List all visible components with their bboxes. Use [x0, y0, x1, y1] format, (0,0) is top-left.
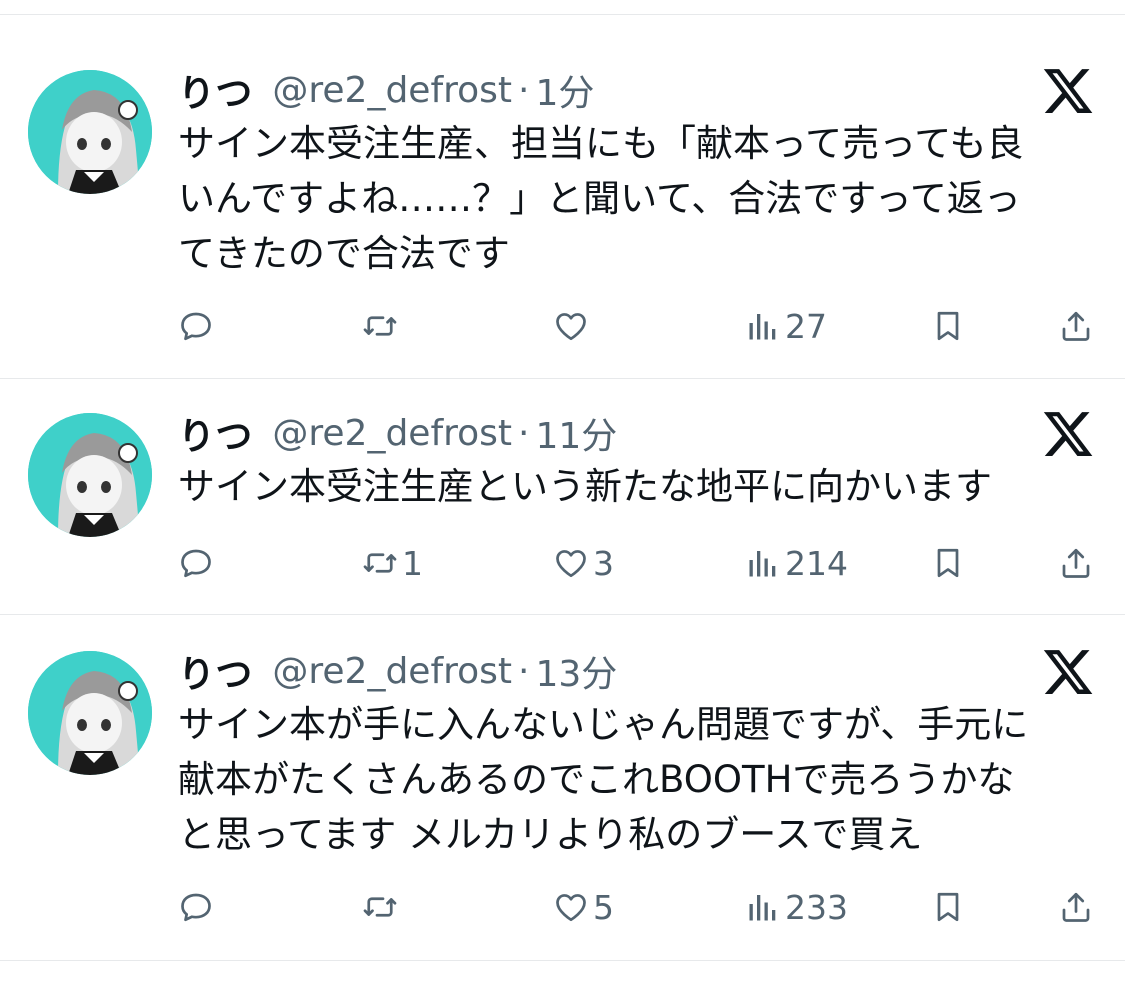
views-button[interactable]: 233 — [745, 887, 848, 927]
retweet-button[interactable] — [362, 306, 402, 346]
top-divider — [0, 14, 1125, 15]
separator-dot: · — [518, 69, 530, 111]
retweet-button[interactable] — [362, 887, 402, 927]
x-logo-icon — [1040, 645, 1096, 699]
share-button[interactable] — [1058, 306, 1094, 346]
reply-icon — [181, 893, 211, 922]
user-handle[interactable]: @re2_defrost — [272, 651, 512, 692]
avatar-image — [28, 413, 152, 537]
views-chart-icon — [749, 551, 776, 577]
share-icon — [1062, 548, 1090, 578]
views-count: 233 — [785, 887, 848, 927]
bookmark-button[interactable] — [930, 887, 966, 927]
avatar[interactable] — [28, 70, 152, 194]
separator-dot: · — [518, 650, 530, 692]
tweet-text-line: と思ってます メルカリより私のブースで買え — [178, 813, 923, 856]
like-button[interactable]: 3 — [553, 543, 614, 583]
avatar-image — [28, 70, 152, 194]
retweet-icon — [363, 316, 397, 336]
like-count: 3 — [593, 543, 614, 583]
heart-icon — [556, 894, 586, 922]
views-button[interactable]: 214 — [745, 543, 848, 583]
tweet-text-line: いんですよね……？」と聞いて、合法ですって返っ — [178, 177, 1021, 220]
tweet-divider — [0, 614, 1125, 615]
like-count: 5 — [593, 887, 614, 927]
reply-button[interactable] — [178, 887, 218, 927]
heart-icon — [556, 550, 586, 578]
tweet-text-line: てきたので合法です — [178, 232, 510, 275]
bookmark-button[interactable] — [930, 306, 966, 346]
bookmark-icon — [937, 548, 959, 578]
reply-button[interactable] — [178, 306, 218, 346]
tweet-text-line: 献本がたくさんあるのでこれBOOTHで売ろうかな — [178, 758, 1015, 801]
x-logo-icon — [1040, 64, 1096, 118]
bottom-divider — [0, 960, 1125, 961]
tweet-divider — [0, 378, 1125, 379]
user-handle[interactable]: @re2_defrost — [272, 70, 512, 111]
retweet-icon — [363, 897, 397, 917]
views-count: 214 — [785, 543, 848, 583]
bookmark-button[interactable] — [930, 543, 966, 583]
separator-dot: · — [518, 412, 530, 454]
retweet-icon — [363, 553, 397, 573]
tweet-text-line: サイン本が手に入んないじゃん問題ですが、手元に — [178, 703, 1029, 746]
user-handle[interactable]: @re2_defrost — [272, 413, 512, 454]
bookmark-icon — [937, 311, 959, 341]
display-name[interactable]: りつ — [178, 406, 252, 460]
reply-icon — [181, 312, 211, 341]
share-icon — [1062, 892, 1090, 922]
avatar-image — [28, 651, 152, 775]
heart-icon — [556, 313, 586, 341]
tweet-text: サイン本受注生産という新たな地平に向かいます — [178, 459, 1098, 514]
views-count: 27 — [785, 306, 827, 346]
reply-icon — [181, 549, 211, 578]
display-name[interactable]: りつ — [178, 644, 252, 698]
share-button[interactable] — [1058, 887, 1094, 927]
tweet-text-line: サイン本受注生産という新たな地平に向かいます — [178, 465, 992, 508]
tweet-text: サイン本受注生産、担当にも「献本って売っても良 いんですよね……？」と聞いて、合… — [178, 116, 1098, 281]
reply-button[interactable] — [178, 543, 218, 583]
like-button[interactable] — [553, 306, 593, 346]
bookmark-icon — [937, 892, 959, 922]
share-icon — [1062, 311, 1090, 341]
views-chart-icon — [749, 895, 776, 921]
views-chart-icon — [749, 314, 776, 340]
retweet-count: 1 — [402, 543, 423, 583]
avatar[interactable] — [28, 651, 152, 775]
avatar[interactable] — [28, 413, 152, 537]
x-logo-icon — [1040, 407, 1096, 461]
display-name[interactable]: りつ — [178, 63, 252, 117]
timestamp[interactable]: 1分 — [535, 64, 594, 116]
like-button[interactable]: 5 — [553, 887, 614, 927]
retweet-button[interactable]: 1 — [362, 543, 423, 583]
tweet-text: サイン本が手に入んないじゃん問題ですが、手元に 献本がたくさんあるのでこれBOO… — [178, 697, 1098, 862]
views-button[interactable]: 27 — [745, 306, 827, 346]
share-button[interactable] — [1058, 543, 1094, 583]
tweet-text-line: サイン本受注生産、担当にも「献本って売っても良 — [178, 122, 1024, 165]
timestamp[interactable]: 11分 — [535, 407, 617, 459]
timestamp[interactable]: 13分 — [535, 645, 617, 697]
